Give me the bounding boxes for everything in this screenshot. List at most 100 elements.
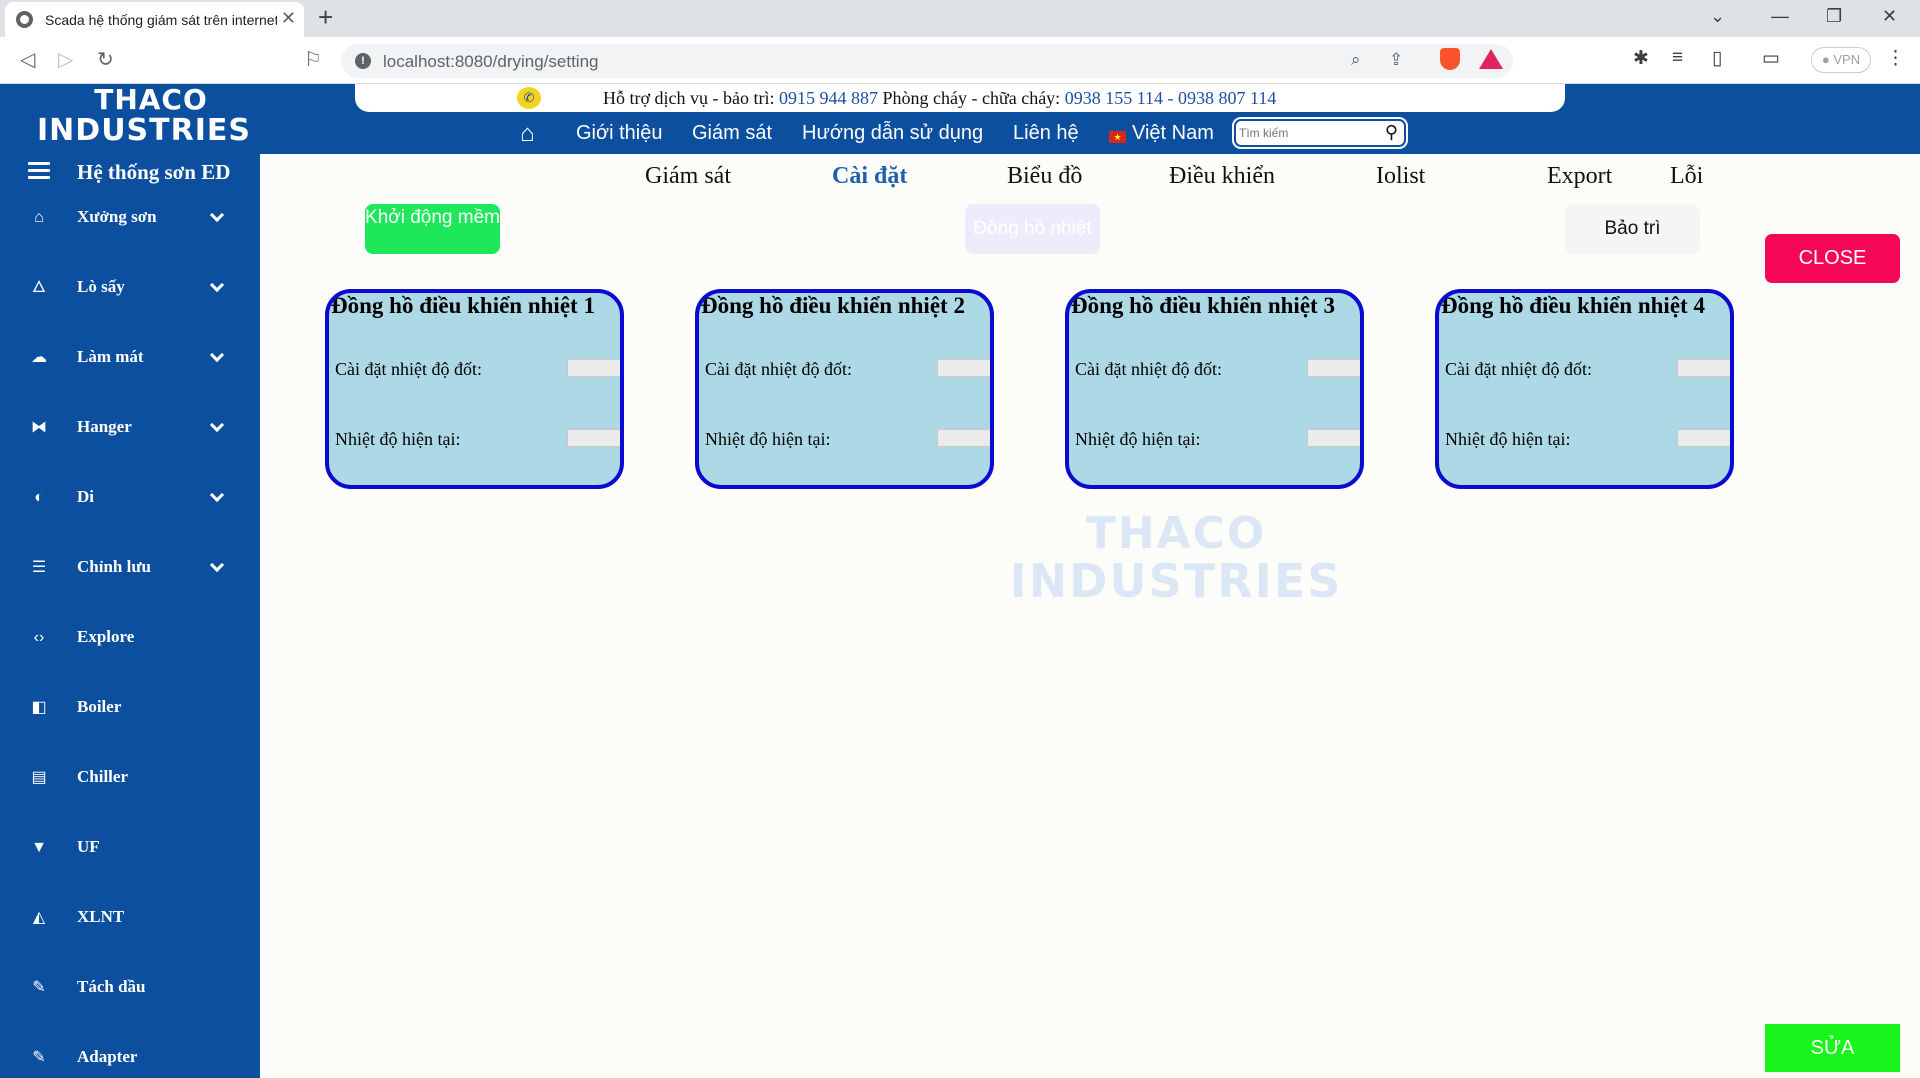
temperature-controller-card: Đồng hồ điều khiển nhiệt 1 Cài đặt nhiệt… <box>325 289 624 489</box>
setpoint-input[interactable] <box>1677 359 1730 377</box>
new-tab-icon[interactable]: + <box>318 2 333 33</box>
sidebar-item-adapter[interactable]: ✎ Adapter <box>0 1038 260 1078</box>
sidebar-item-hanger[interactable]: ⧓ Hanger <box>0 408 260 448</box>
tab-close-icon[interactable]: ✕ <box>281 8 296 29</box>
zoom-icon[interactable]: ⌕ <box>1351 50 1361 70</box>
chevron-down-icon <box>209 207 225 223</box>
temperature-controller-card: Đồng hồ điều khiển nhiệt 3 Cài đặt nhiệt… <box>1065 289 1364 489</box>
window-close-icon[interactable]: ✕ <box>1882 6 1897 27</box>
logo-line1: THACO <box>94 83 208 116</box>
tab-loi[interactable]: Lỗi <box>1670 163 1703 190</box>
setpoint-label: Cài đặt nhiệt độ đốt: <box>1075 359 1222 379</box>
sidebar-item-lo-say[interactable]: 🜂 Lò sấy <box>0 268 260 308</box>
code-icon: ‹› <box>33 629 45 646</box>
current-temp-input <box>937 429 990 447</box>
page: THACO INDUSTRIES ✆ Hỗ trợ dịch vụ - bảo … <box>0 84 1920 1078</box>
chiller-icon: ▤ <box>31 769 47 786</box>
sidebar-item-chiller[interactable]: ▤ Chiller <box>0 758 260 798</box>
chevron-down-icon <box>209 417 225 433</box>
sidebar-item-label: Tách dầu <box>77 977 146 996</box>
sidebar-item-lam-mat[interactable]: ☁ Làm mát <box>0 338 260 378</box>
tab-title: Scada hệ thống giám sát trên internet <box>45 12 277 28</box>
sidebar-item-boiler[interactable]: ◧ Boiler <box>0 688 260 728</box>
back-icon[interactable]: ◁ <box>20 47 35 72</box>
nav-giam-sat[interactable]: Giám sát <box>692 122 772 145</box>
site-info-icon[interactable]: ! <box>355 53 371 69</box>
nav-huong-dan[interactable]: Hướng dẫn sử dụng <box>802 122 983 145</box>
close-button[interactable]: CLOSE <box>1765 234 1900 283</box>
temperature-controller-card: Đồng hồ điều khiển nhiệt 4 Cài đặt nhiệt… <box>1435 289 1734 489</box>
tab-export[interactable]: Export <box>1547 163 1612 190</box>
setpoint-input[interactable] <box>937 359 990 377</box>
edit-button[interactable]: SỬA <box>1765 1024 1900 1072</box>
tab-search-icon[interactable]: ⌄ <box>1710 6 1725 27</box>
sidebar-header: Hệ thống sơn ED <box>0 156 260 192</box>
setpoint-input[interactable] <box>567 359 620 377</box>
sidebar-item-di[interactable]: ◐ Di <box>0 478 260 518</box>
sidebar-item-tach-dau[interactable]: ✎ Tách dầu <box>0 968 260 1008</box>
current-temp-input <box>567 429 620 447</box>
wallet-icon[interactable]: ▭ <box>1762 47 1780 70</box>
setpoint-label: Cài đặt nhiệt độ đốt: <box>1445 359 1592 379</box>
current-temp-input <box>1307 429 1360 447</box>
sidebar-item-label: Boiler <box>77 697 122 716</box>
tab-bieu-do[interactable]: Biểu đồ <box>1007 163 1082 190</box>
paint-bucket-icon: ◭ <box>32 909 46 926</box>
logo-line2: INDUSTRIES <box>37 113 251 148</box>
soft-start-button[interactable]: Khởi động mềm <box>365 204 500 254</box>
sidebar-item-label: Explore <box>77 627 135 646</box>
sidebar-item-explore[interactable]: ‹› Explore <box>0 618 260 658</box>
eraser-icon: ✎ <box>32 1049 46 1066</box>
tab-dieu-khien[interactable]: Điều khiển <box>1169 163 1275 190</box>
nav-lien-he[interactable]: Liên hệ <box>1013 122 1079 145</box>
nav-gioi-thieu[interactable]: Giới thiệu <box>576 122 662 145</box>
temperature-clock-button[interactable]: Đồng hồ nhiệt <box>965 204 1100 254</box>
maintenance-button[interactable]: Bảo trì <box>1565 204 1700 254</box>
media-icon[interactable]: ≡ <box>1672 47 1683 69</box>
brave-rewards-icon[interactable] <box>1479 49 1503 69</box>
reload-icon[interactable]: ↻ <box>97 47 114 72</box>
tab-iolist[interactable]: Iolist <box>1376 163 1425 190</box>
search-input[interactable] <box>1239 124 1379 142</box>
tab-cai-dat[interactable]: Cài đặt <box>832 163 907 190</box>
home-icon[interactable]: ⌂ <box>520 120 535 148</box>
nav-language[interactable]: Việt Nam <box>1132 122 1214 145</box>
browser-menu-icon[interactable]: ⋮ <box>1886 47 1905 70</box>
sidebar-toggle-icon[interactable]: ▯ <box>1712 47 1722 70</box>
minimize-icon[interactable]: — <box>1771 6 1789 27</box>
brave-shield-icon[interactable] <box>1440 48 1460 70</box>
extensions-icon[interactable]: ✱ <box>1633 47 1649 70</box>
browser-tab[interactable]: Scada hệ thống giám sát trên internet ✕ <box>5 2 304 37</box>
address-bar[interactable]: ! localhost:8080/drying/setting ⌕ ⇪ <box>341 44 1513 78</box>
url-text[interactable]: localhost:8080/drying/setting <box>383 52 598 72</box>
phone-icon: ✆ <box>517 87 541 109</box>
bookmark-icon[interactable]: ⚐ <box>304 47 322 72</box>
browser-tab-bar: Scada hệ thống giám sát trên internet ✕ … <box>0 0 1920 37</box>
fire-phone: 0938 155 114 - 0938 807 114 <box>1064 88 1277 108</box>
hamburger-menu-icon[interactable] <box>28 162 50 183</box>
current-temp-label: Nhiệt độ hiện tại: <box>705 429 831 449</box>
search-box: ⚲ <box>1234 119 1406 147</box>
search-icon[interactable]: ⚲ <box>1385 122 1398 143</box>
share-icon[interactable]: ⇪ <box>1389 50 1403 70</box>
setpoint-label: Cài đặt nhiệt độ đốt: <box>335 359 482 379</box>
vietnam-flag-icon: ★ <box>1109 131 1126 143</box>
fire-icon: 🜂 <box>32 279 46 296</box>
forward-icon[interactable]: ▷ <box>58 47 73 72</box>
thaco-logo[interactable]: THACO INDUSTRIES <box>26 86 262 146</box>
watermark-logo: THACO INDUSTRIES <box>976 512 1376 605</box>
chevron-down-icon <box>209 557 225 573</box>
tab-giam-sat[interactable]: Giám sát <box>645 163 731 190</box>
sidebar-item-xlnt[interactable]: ◭ XLNT <box>0 898 260 938</box>
restore-icon[interactable]: ❐ <box>1826 6 1842 27</box>
setpoint-input[interactable] <box>1307 359 1360 377</box>
card-title: Đồng hồ điều khiển nhiệt 4 <box>1441 293 1705 318</box>
sidebar-item-chinh-luu[interactable]: ☰ Chỉnh lưu <box>0 548 260 588</box>
sidebar-item-uf[interactable]: ▼ UF <box>0 828 260 868</box>
sidebar-item-xuong-son[interactable]: ⌂ Xưởng sơn <box>0 198 260 238</box>
database-icon: ☰ <box>31 559 47 576</box>
chevron-down-icon <box>209 277 225 293</box>
vpn-button[interactable]: ● VPN <box>1811 47 1871 73</box>
support-label: Hỗ trợ dịch vụ - bảo trì: <box>603 88 775 108</box>
sidebar-item-label: UF <box>77 837 100 856</box>
